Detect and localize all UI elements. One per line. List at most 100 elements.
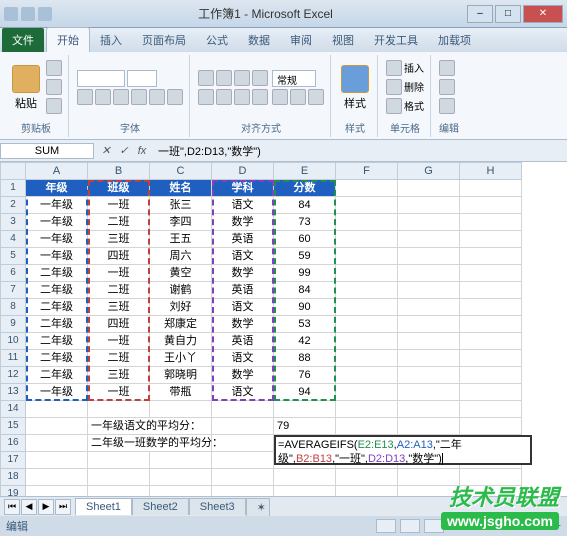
cell[interactable] (460, 282, 522, 299)
cell[interactable]: 59 (274, 248, 336, 265)
cell[interactable] (460, 367, 522, 384)
tab-layout[interactable]: 页面布局 (132, 28, 196, 52)
align-mid-icon[interactable] (216, 70, 232, 86)
row-header[interactable]: 10 (0, 333, 26, 350)
last-sheet-icon[interactable]: ⏭ (55, 499, 71, 515)
cell[interactable] (460, 350, 522, 367)
cell[interactable]: 二年级 (26, 367, 88, 384)
cell[interactable] (150, 401, 212, 418)
col-header[interactable]: H (460, 162, 522, 180)
cell[interactable] (460, 231, 522, 248)
cell[interactable]: 郭晓明 (150, 367, 212, 384)
cell[interactable] (336, 316, 398, 333)
row-header[interactable]: 16 (0, 435, 26, 452)
align-left-icon[interactable] (198, 89, 214, 105)
cell[interactable] (460, 384, 522, 401)
cell[interactable] (26, 418, 88, 435)
worksheet-grid[interactable]: A B C D E F G H 1年级班级姓名学科分数2一年级一班张三语文843… (0, 162, 567, 503)
col-header[interactable]: D (212, 162, 274, 180)
col-header[interactable]: G (398, 162, 460, 180)
underline-icon[interactable] (113, 89, 129, 105)
row-header[interactable]: 12 (0, 367, 26, 384)
col-header[interactable]: B (88, 162, 150, 180)
cell[interactable] (212, 452, 274, 469)
clear-icon[interactable] (439, 98, 455, 114)
cell[interactable] (26, 469, 88, 486)
cell[interactable] (460, 418, 522, 435)
prev-sheet-icon[interactable]: ◀ (21, 499, 37, 515)
row-header[interactable]: 14 (0, 401, 26, 418)
zoom-in-icon[interactable]: + (555, 520, 561, 532)
cell[interactable] (460, 214, 522, 231)
cell[interactable] (212, 435, 274, 452)
tab-addins[interactable]: 加载项 (428, 28, 481, 52)
cell[interactable] (336, 248, 398, 265)
cell[interactable]: 王五 (150, 231, 212, 248)
styles-button[interactable]: 样式 (339, 63, 371, 113)
sheet-tab[interactable]: Sheet2 (132, 498, 189, 515)
cell[interactable]: 二年级 (26, 350, 88, 367)
cell[interactable]: 53 (274, 316, 336, 333)
cell[interactable]: 语文 (212, 248, 274, 265)
cell[interactable] (398, 401, 460, 418)
first-sheet-icon[interactable]: ⏮ (4, 499, 20, 515)
row-header[interactable]: 9 (0, 316, 26, 333)
cell[interactable] (26, 452, 88, 469)
cell[interactable]: 黄空 (150, 265, 212, 282)
cell[interactable]: 数学 (212, 265, 274, 282)
row-header[interactable]: 15 (0, 418, 26, 435)
cell[interactable]: 四班 (88, 248, 150, 265)
cell[interactable]: 一班 (88, 197, 150, 214)
cell[interactable] (398, 180, 460, 197)
maximize-button[interactable]: □ (495, 5, 521, 23)
cell[interactable]: 二年级 (26, 282, 88, 299)
cell[interactable] (336, 367, 398, 384)
sheet-tab[interactable]: Sheet1 (75, 498, 132, 515)
cell[interactable]: 语文 (212, 384, 274, 401)
cell[interactable] (26, 401, 88, 418)
cell[interactable]: 学科 (212, 180, 274, 197)
row-header[interactable]: 8 (0, 299, 26, 316)
cell[interactable] (398, 214, 460, 231)
cell[interactable]: 二年级 (26, 333, 88, 350)
cell[interactable] (212, 401, 274, 418)
col-header[interactable]: C (150, 162, 212, 180)
editing-cell[interactable]: =AVERAGEIFS(E2:E13,A2:A13,"二年级",B2:B13,"… (274, 435, 532, 465)
cell[interactable] (398, 299, 460, 316)
cell[interactable] (150, 452, 212, 469)
cell[interactable] (398, 282, 460, 299)
insert-cells-icon[interactable] (386, 60, 402, 76)
cell[interactable] (88, 469, 150, 486)
zoom-slider[interactable] (491, 524, 551, 528)
tab-dev[interactable]: 开发工具 (364, 28, 428, 52)
cell[interactable] (336, 384, 398, 401)
paste-button[interactable]: 粘贴 (10, 63, 42, 113)
cell[interactable] (150, 469, 212, 486)
cell[interactable]: 郑康定 (150, 316, 212, 333)
col-header[interactable]: A (26, 162, 88, 180)
qat-icon[interactable] (4, 7, 18, 21)
cell[interactable]: 一年级 (26, 214, 88, 231)
cell[interactable]: 三班 (88, 231, 150, 248)
cell[interactable]: 英语 (212, 333, 274, 350)
row-header[interactable]: 11 (0, 350, 26, 367)
cell[interactable]: 班级 (88, 180, 150, 197)
cell[interactable] (336, 418, 398, 435)
cell[interactable]: 张三 (150, 197, 212, 214)
cell[interactable] (26, 435, 88, 452)
new-sheet-icon[interactable]: ✶ (246, 498, 270, 516)
cell[interactable] (88, 452, 150, 469)
close-button[interactable]: ✕ (523, 5, 563, 23)
bold-icon[interactable] (77, 89, 93, 105)
cell[interactable]: 84 (274, 197, 336, 214)
zoom-level[interactable]: 100% (448, 520, 476, 532)
view-normal-icon[interactable] (376, 519, 396, 533)
cell[interactable] (398, 316, 460, 333)
cell[interactable] (460, 469, 522, 486)
cell[interactable]: 一班 (88, 384, 150, 401)
number-format[interactable]: 常规 (272, 70, 316, 87)
cell[interactable] (398, 384, 460, 401)
align-center-icon[interactable] (216, 89, 232, 105)
row-header[interactable]: 1 (0, 180, 26, 197)
cell[interactable]: 二年级 (26, 299, 88, 316)
